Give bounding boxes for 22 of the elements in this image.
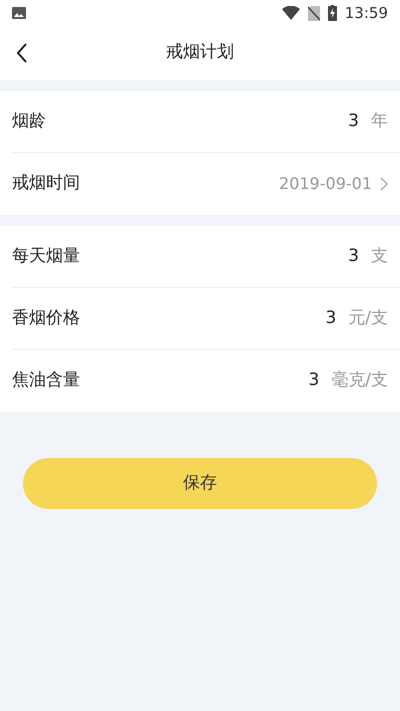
row-unit: 年 <box>371 110 388 133</box>
image-icon <box>12 7 26 19</box>
row-unit: 支 <box>371 244 388 268</box>
row-unit: 元/支 <box>348 306 388 330</box>
battery-charging-icon <box>328 5 337 21</box>
no-sim-icon <box>308 6 320 20</box>
row-unit: 毫克/支 <box>331 369 388 392</box>
row-label: 香烟价格 <box>12 306 80 330</box>
status-time: 13:59 <box>344 2 388 24</box>
row-value: 3 <box>348 244 359 268</box>
chevron-right-icon <box>380 177 388 191</box>
back-icon <box>16 43 28 63</box>
row-label: 焦油含量 <box>12 369 80 392</box>
page-title: 戒烟计划 <box>166 41 234 64</box>
row-label: 戒烟时间 <box>12 172 80 196</box>
row-value: 3 <box>308 369 320 392</box>
wifi-icon <box>282 6 300 20</box>
save-button[interactable]: 保存 <box>23 458 377 509</box>
row-label: 每天烟量 <box>12 244 80 268</box>
row-value: 3 <box>348 110 359 133</box>
row-label: 烟龄 <box>12 110 46 133</box>
row-value: 3 <box>325 306 336 330</box>
